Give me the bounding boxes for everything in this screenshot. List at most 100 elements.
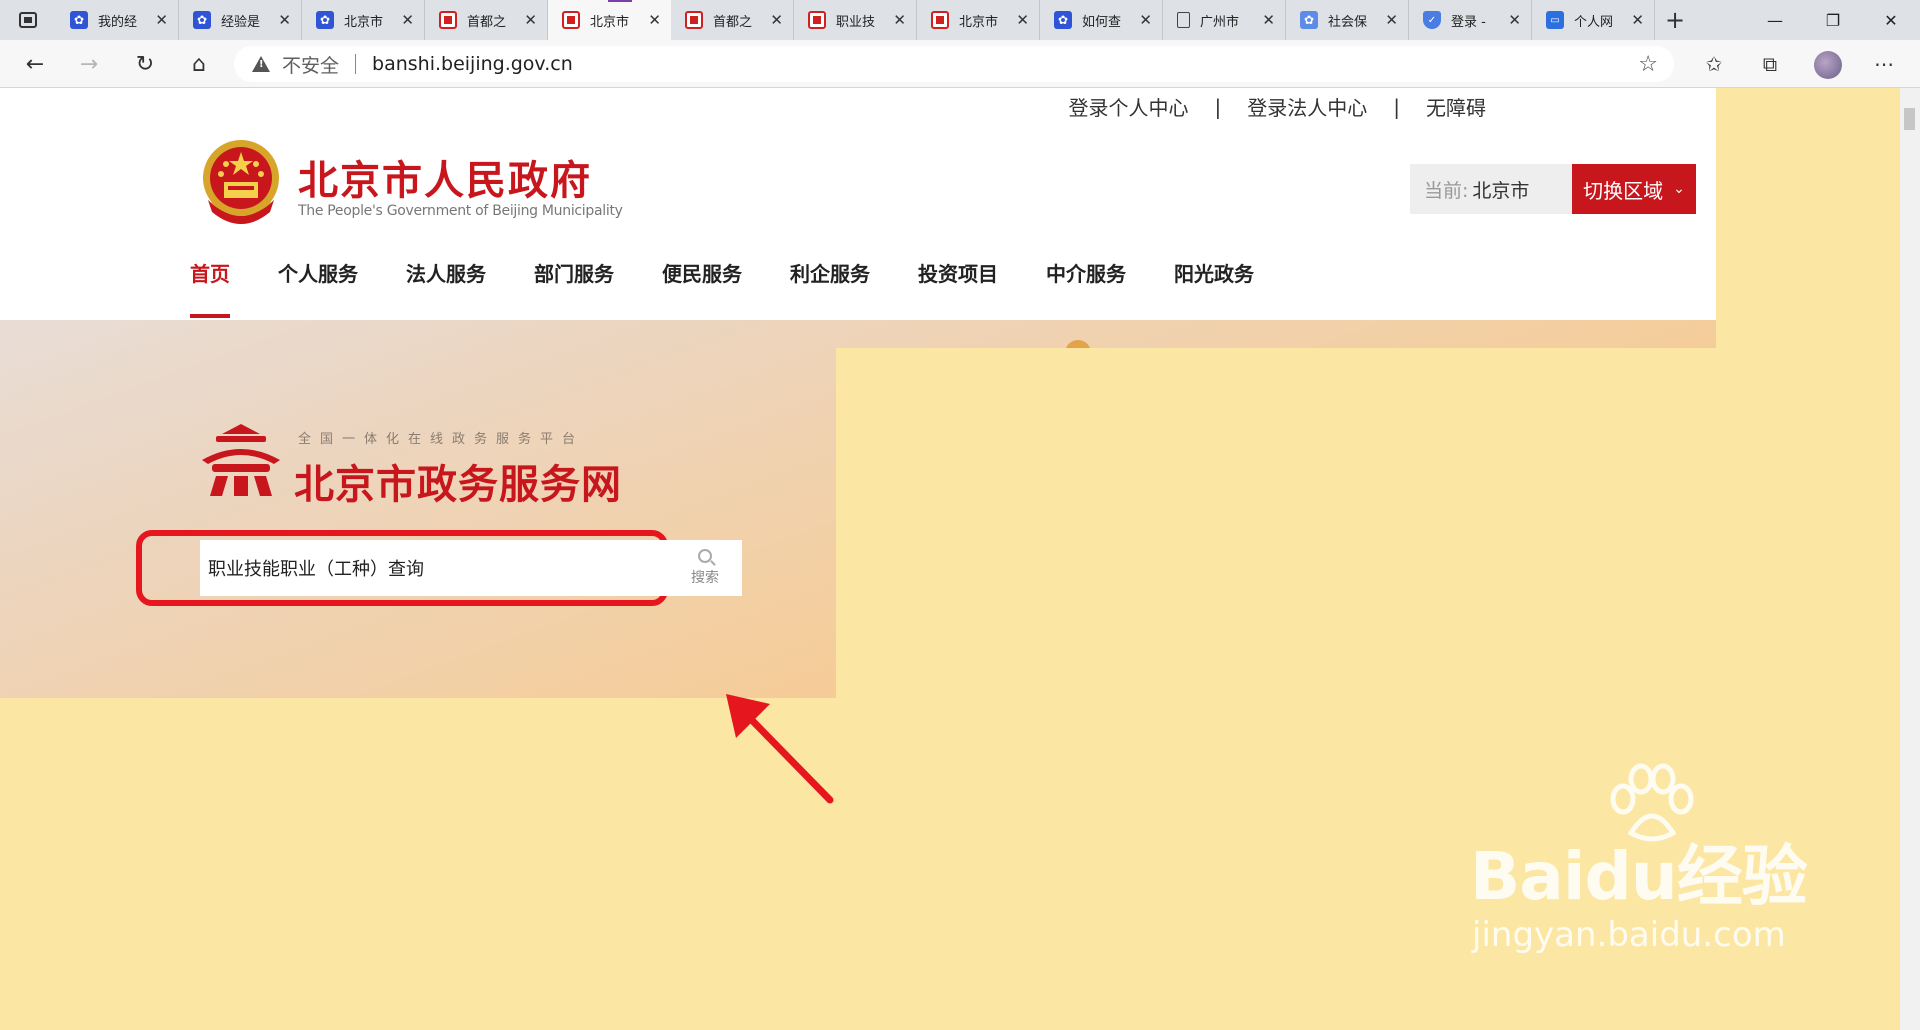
tab-actions-button[interactable] xyxy=(0,0,56,40)
nav-item[interactable]: 利企服务 xyxy=(790,258,870,320)
close-tab-icon[interactable]: ✕ xyxy=(1262,11,1275,29)
search-button[interactable]: 搜索 xyxy=(668,540,742,596)
accessibility-link[interactable]: 无障碍 xyxy=(1426,92,1486,121)
restore-button[interactable]: ❐ xyxy=(1804,0,1862,40)
browser-tab[interactable]: 北京市 ✕ xyxy=(302,0,425,40)
browser-tab[interactable]: 北京市 ✕ xyxy=(917,0,1040,40)
favorites-button[interactable]: ✩ xyxy=(1698,50,1730,78)
gov-icon xyxy=(439,11,457,29)
minimize-button[interactable]: — xyxy=(1746,0,1804,40)
paw-icon xyxy=(316,11,334,29)
link-separator: | xyxy=(1214,94,1222,119)
personal-center-link[interactable]: 登录个人中心 xyxy=(1069,92,1189,121)
new-tab-button[interactable]: + xyxy=(1655,0,1695,40)
gov-icon xyxy=(808,11,826,29)
browser-tab[interactable]: 如何查 ✕ xyxy=(1040,0,1163,40)
reload-button[interactable]: ↻ xyxy=(130,50,160,78)
nav-item[interactable]: 阳光政务 xyxy=(1174,258,1254,320)
main-nav: 首页 个人服务 法人服务 部门服务 便民服务 利企服务 投资项目 中介服务 阳光政务 xyxy=(190,258,1302,320)
nav-item[interactable]: 投资项目 xyxy=(918,258,998,320)
tab-title: 个人网 xyxy=(1574,14,1614,30)
current-region-label: 当前: xyxy=(1424,179,1469,202)
region-switcher: 当前: 北京市 切换区域 ⌄ xyxy=(1410,164,1696,214)
browser-tab[interactable]: 经验是 ✕ xyxy=(179,0,302,40)
platform-tagline: 全国一体化在线政务服务平台 xyxy=(298,432,585,447)
url-text[interactable]: banshi.beijing.gov.cn xyxy=(372,53,573,75)
home-button[interactable]: ⌂ xyxy=(184,50,214,78)
nav-item[interactable]: 部门服务 xyxy=(534,258,614,320)
collections-button[interactable]: ⧉ xyxy=(1754,50,1786,78)
close-tab-icon[interactable]: ✕ xyxy=(1139,11,1152,29)
close-tab-icon[interactable]: ✕ xyxy=(648,11,661,29)
switch-region-label: 切换区域 xyxy=(1583,178,1664,203)
tab-title: 经验是 xyxy=(221,14,261,30)
window-controls: — ❐ ✕ xyxy=(1746,0,1920,40)
tab-title: 登录 - xyxy=(1451,14,1486,30)
back-button[interactable]: ← xyxy=(20,50,50,78)
omnibox[interactable]: 不安全 banshi.beijing.gov.cn ☆ xyxy=(234,46,1674,82)
national-emblem-icon xyxy=(203,140,279,224)
close-tab-icon[interactable]: ✕ xyxy=(770,11,783,29)
nav-item[interactable]: 中介服务 xyxy=(1046,258,1126,320)
tab-title: 如何查 xyxy=(1082,14,1122,30)
page-viewport: 登录个人中心 | 登录法人中心 | 无障碍 北京市人民政府 The People… xyxy=(0,88,1900,1030)
close-tab-icon[interactable]: ✕ xyxy=(1631,11,1644,29)
nav-item[interactable]: 个人服务 xyxy=(278,258,358,320)
add-favorite-icon[interactable]: ☆ xyxy=(1638,52,1658,77)
corporate-center-link[interactable]: 登录法人中心 xyxy=(1247,92,1367,121)
forward-button[interactable]: → xyxy=(74,50,104,78)
security-label: 不安全 xyxy=(282,54,340,77)
blue-icon xyxy=(1300,11,1318,29)
close-tab-icon[interactable]: ✕ xyxy=(155,11,168,29)
browser-tab[interactable]: 广州市 ✕ xyxy=(1163,0,1286,40)
switch-region-button[interactable]: 切换区域 ⌄ xyxy=(1572,164,1696,214)
gov-logo-title[interactable]: 北京市人民政府 xyxy=(298,148,592,206)
close-tab-icon[interactable]: ✕ xyxy=(893,11,906,29)
tab-strip: 我的经 ✕ 经验是 ✕ 北京市 ✕ 首都之 ✕ 北京市 ✕ 首都之 ✕ 职业技 ✕ 北京市 ✕ 如何查 ✕ 广州市 ✕… xyxy=(0,0,1920,40)
page-scrollbar[interactable] xyxy=(1900,88,1920,1030)
paw-icon xyxy=(193,11,211,29)
tab-list: 我的经 ✕ 经验是 ✕ 北京市 ✕ 首都之 ✕ 北京市 ✕ 首都之 ✕ 职业技 ✕ 北京市 ✕ 如何查 ✕ 广州市 ✕… xyxy=(56,0,1655,40)
settings-more-button[interactable]: ⋯ xyxy=(1868,50,1900,78)
chevron-down-icon: ⌄ xyxy=(1673,181,1685,197)
close-tab-icon[interactable]: ✕ xyxy=(524,11,537,29)
service-site-title[interactable]: 北京市政务服务网 xyxy=(294,452,622,510)
tab-actions-icon xyxy=(19,12,37,28)
search-input[interactable] xyxy=(200,540,668,596)
nav-item[interactable]: 法人服务 xyxy=(406,258,486,320)
browser-tab[interactable]: 职业技 ✕ xyxy=(794,0,917,40)
close-tab-icon[interactable]: ✕ xyxy=(1016,11,1029,29)
close-tab-icon[interactable]: ✕ xyxy=(1385,11,1398,29)
close-tab-icon[interactable]: ✕ xyxy=(1508,11,1521,29)
site-header: 登录个人中心 | 登录法人中心 | 无障碍 北京市人民政府 The People… xyxy=(0,88,1716,320)
card-icon xyxy=(1546,11,1564,29)
doc-icon xyxy=(1177,12,1190,28)
browser-tab[interactable]: 我的经 ✕ xyxy=(56,0,179,40)
browser-tab[interactable]: 登录 - ✕ xyxy=(1409,0,1532,40)
tab-title: 广州市 xyxy=(1200,14,1240,30)
close-window-button[interactable]: ✕ xyxy=(1862,0,1920,40)
scrollbar-thumb[interactable] xyxy=(1904,108,1915,130)
top-links: 登录个人中心 | 登录法人中心 | 无障碍 xyxy=(1069,92,1487,121)
browser-tab[interactable]: 首都之 ✕ xyxy=(671,0,794,40)
browser-tab[interactable]: 个人网 ✕ xyxy=(1532,0,1655,40)
browser-tab[interactable]: 社会保 ✕ xyxy=(1286,0,1409,40)
link-separator: | xyxy=(1393,94,1400,119)
baidu-watermark: Baidu经验 jingyan.baidu.com xyxy=(1470,763,1808,955)
search-button-label: 搜索 xyxy=(691,570,719,586)
browser-tab[interactable]: 北京市 ✕ xyxy=(548,0,671,40)
browser-tab[interactable]: 首都之 ✕ xyxy=(425,0,548,40)
address-bar: ← → ↻ ⌂ 不安全 banshi.beijing.gov.cn ☆ ✩ ⧉ … xyxy=(0,40,1920,88)
close-tab-icon[interactable]: ✕ xyxy=(401,11,414,29)
gov-icon xyxy=(931,11,949,29)
close-tab-icon[interactable]: ✕ xyxy=(278,11,291,29)
profile-avatar[interactable] xyxy=(1814,51,1842,79)
nav-item[interactable]: 便民服务 xyxy=(662,258,742,320)
red-arrow-annotation xyxy=(726,694,834,804)
gov-icon xyxy=(685,11,703,29)
tab-title: 我的经 xyxy=(98,14,138,30)
nav-item[interactable]: 首页 xyxy=(190,258,230,320)
tab-title: 首都之 xyxy=(467,14,507,30)
search-icon xyxy=(698,549,712,563)
service-platform-logo-icon xyxy=(202,424,280,496)
